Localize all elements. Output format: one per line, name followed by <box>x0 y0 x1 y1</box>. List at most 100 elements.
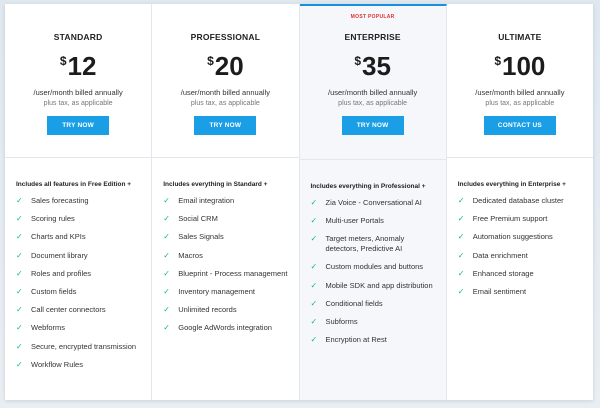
feature-label: Document library <box>31 250 88 260</box>
feature-label: Data enrichment <box>472 250 528 260</box>
try-now-button[interactable]: TRY NOW <box>47 116 110 135</box>
billing-period: /user/month billed annually <box>180 88 270 97</box>
tax-note: plus tax, as applicable <box>43 100 113 107</box>
check-icon: ✓ <box>163 214 170 224</box>
plan-price: $ 35 <box>300 52 446 82</box>
most-popular-badge: MOST POPULAR <box>350 14 395 20</box>
feature-label: Scoring rules <box>31 214 75 224</box>
feature-label: Roles and profiles <box>31 268 92 278</box>
feature-label: Encryption at Rest <box>325 335 387 345</box>
plan-name: ULTIMATE <box>498 32 542 42</box>
feature-label: Free Premium support <box>472 214 548 224</box>
features-header: Includes everything in Enterprise + <box>457 181 566 188</box>
feature-label: Dedicated database cluster <box>472 196 564 205</box>
check-icon: ✓ <box>16 359 23 369</box>
plan-column-ultimate: ULTIMATE $ 100 /user/month billed annual… <box>446 4 593 400</box>
check-icon: ✓ <box>16 214 23 224</box>
feature-item: ✓ Inventory management <box>163 287 298 305</box>
plan-header: PROFESSIONAL $ 20 /user/month billed ann… <box>152 4 299 158</box>
feature-label: Mobile SDK and app distribution <box>325 280 433 290</box>
check-icon: ✓ <box>310 280 318 290</box>
currency-symbol: $ <box>354 54 361 68</box>
feature-label: Enhanced storage <box>472 268 534 278</box>
plan-price: $ 20 <box>152 52 298 82</box>
feature-label: Unlimited records <box>178 305 237 315</box>
feature-item: ✓ Encryption at Rest <box>311 335 446 353</box>
contact-us-button[interactable]: CONTACT US <box>483 116 556 135</box>
currency-symbol: $ <box>494 54 502 68</box>
feature-item: ✓ Custom fields <box>16 287 151 305</box>
billing-period: /user/month billed annually <box>475 88 565 97</box>
plan-header: STANDARD $ 12 /user/month billed annuall… <box>5 4 152 158</box>
price-amount: 12 <box>67 51 97 81</box>
feature-label: Google AdWords integration <box>178 323 272 333</box>
feature-section: Includes everything in Professional + ✓ Z… <box>300 160 446 353</box>
features-header: Includes everything in Standard + <box>163 181 268 188</box>
tax-note: plus tax, as applicable <box>190 100 260 107</box>
feature-item: ✓ Sales Signals <box>163 232 298 250</box>
feature-item: ✓ Call center connectors <box>16 305 151 323</box>
plan-price: $ 12 <box>5 52 151 82</box>
feature-label: Social CRM <box>178 214 218 224</box>
feature-item: ✓ Conditional fields <box>311 299 446 317</box>
check-icon: ✓ <box>163 196 170 205</box>
check-icon: ✓ <box>310 234 318 244</box>
check-icon: ✓ <box>163 250 170 260</box>
feature-label: Multi-user Portals <box>325 216 384 226</box>
feature-section: Includes all features in Free Edition + … <box>5 158 151 378</box>
feature-label: Charts and KPIs <box>31 232 86 242</box>
plan-column-enterprise: MOST POPULAR ENTERPRISE $ 35 /user/month… <box>299 4 447 400</box>
feature-item: ✓ Unlimited records <box>163 305 298 323</box>
plan-header: ULTIMATE $ 100 /user/month billed annual… <box>446 4 593 158</box>
feature-item: ✓ Data enrichment <box>458 251 593 269</box>
feature-label: Subforms <box>325 316 358 326</box>
feature-item: ✓ Multi-user Portals <box>311 216 446 234</box>
feature-item: ✓ Email integration <box>163 196 298 214</box>
check-icon: ✓ <box>457 250 465 260</box>
feature-label: Zia Voice - Conversational AI <box>325 198 422 207</box>
feature-label: Target meters, Anomaly detectors, Predic… <box>325 234 405 254</box>
feature-item: ✓ Roles and profiles <box>16 269 151 287</box>
check-icon: ✓ <box>457 286 465 296</box>
currency-symbol: $ <box>59 54 67 68</box>
currency-symbol: $ <box>207 54 214 68</box>
try-now-button[interactable]: TRY NOW <box>194 116 257 135</box>
features-header: Includes all features in Free Edition + <box>16 181 132 188</box>
feature-item: ✓ Dedicated database cluster <box>458 196 593 214</box>
feature-item: ✓ Charts and KPIs <box>16 232 151 250</box>
feature-item: ✓ Enhanced storage <box>458 269 593 287</box>
feature-item: ✓ Automation suggestions <box>458 232 593 250</box>
plan-header: MOST POPULAR ENTERPRISE $ 35 /user/month… <box>299 6 446 160</box>
feature-list: ✓ Email integration ✓ Social CRM ✓ Sales Si… <box>163 196 298 342</box>
check-icon: ✓ <box>310 316 318 326</box>
price-amount: 35 <box>362 51 391 81</box>
feature-list: ✓ Zia Voice - Conversational AI ✓ Multi-us… <box>311 198 446 353</box>
feature-item: ✓ Document library <box>16 251 151 269</box>
plan-column-professional: PROFESSIONAL $ 20 /user/month billed ann… <box>152 4 300 400</box>
check-icon: ✓ <box>163 305 170 315</box>
feature-item: ✓ Target meters, Anomaly detectors, Predi… <box>311 234 446 262</box>
feature-label: Sales Signals <box>178 232 224 242</box>
check-icon: ✓ <box>16 196 23 205</box>
price-amount: 100 <box>502 51 546 81</box>
feature-label: Conditional fields <box>325 298 383 308</box>
plan-name: PROFESSIONAL <box>190 32 261 42</box>
feature-item: ✓ Blueprint - Process management <box>163 269 298 287</box>
feature-item: ✓ Email sentiment <box>458 287 593 305</box>
check-icon: ✓ <box>16 286 23 296</box>
tax-note: plus tax, as applicable <box>338 100 408 107</box>
feature-item: ✓ Secure, encrypted transmission <box>16 342 151 360</box>
pricing-table: STANDARD $ 12 /user/month billed annuall… <box>5 4 593 400</box>
price-amount: 20 <box>214 51 244 81</box>
plan-price: $ 100 <box>447 52 593 82</box>
billing-period: /user/month billed annually <box>328 88 418 97</box>
feature-item: ✓ Scoring rules <box>16 214 151 232</box>
feature-label: Inventory management <box>178 286 255 296</box>
feature-label: Call center connectors <box>31 305 106 315</box>
feature-item: ✓ Social CRM <box>163 214 298 232</box>
check-icon: ✓ <box>457 232 465 242</box>
try-now-button[interactable]: TRY NOW <box>341 116 404 135</box>
tax-note: plus tax, as applicable <box>485 100 555 107</box>
plan-column-standard: STANDARD $ 12 /user/month billed annuall… <box>5 4 153 400</box>
features-header: Includes everything in Professional + <box>310 183 426 190</box>
